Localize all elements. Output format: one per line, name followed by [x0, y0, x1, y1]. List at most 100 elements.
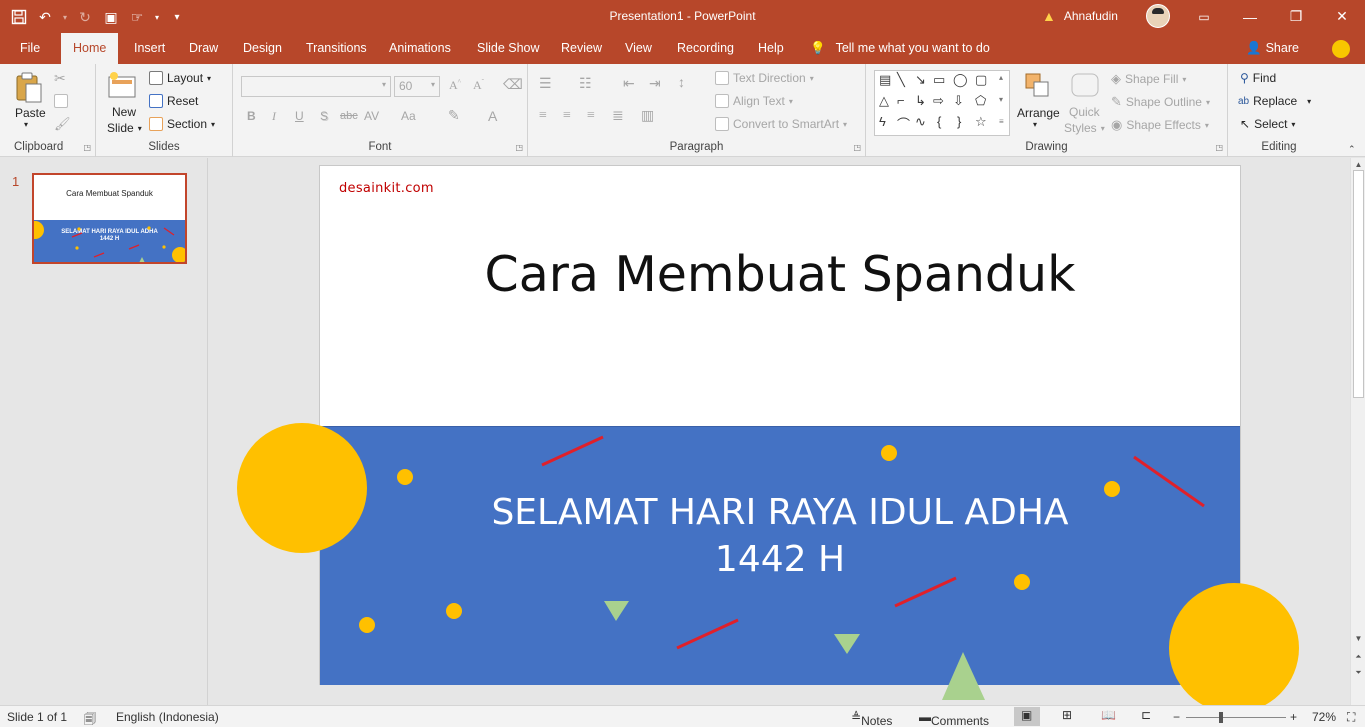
align-text-button[interactable]: Align Text ▾ — [715, 94, 793, 108]
banner-band[interactable]: SELAMAT HARI RAYA IDUL ADHA 1442 H — [320, 426, 1240, 685]
justify-icon[interactable]: ≣ — [612, 108, 624, 125]
replace-button[interactable]: ab Replace ▾ — [1238, 94, 1311, 108]
more-shapes-icon[interactable]: ≡ — [999, 117, 1004, 126]
paste-icon[interactable] — [14, 72, 44, 103]
elbow-arrow-shape-icon[interactable]: ↳ — [915, 93, 926, 109]
slide-thumbnail[interactable]: Cara Membuat Spanduk SELAMAT HARI RAYA I… — [32, 173, 187, 264]
triangle-shape-icon[interactable]: △ — [879, 93, 889, 109]
paste-button[interactable]: Paste — [15, 106, 46, 120]
zoom-level[interactable]: 72% — [1312, 710, 1336, 724]
shape-outline-button[interactable]: ✎ Shape Outline ▾ — [1111, 94, 1210, 110]
line-spacing-icon[interactable]: ↕ — [678, 76, 685, 92]
dialog-launcher-icon[interactable]: ◳ — [853, 143, 861, 152]
arc-shape-icon[interactable]: ⌒ — [897, 114, 910, 133]
scroll-down-icon[interactable]: ▾ — [999, 95, 1003, 104]
tab-review[interactable]: Review — [559, 33, 604, 64]
shapes-gallery[interactable]: ▤ ╲ ↘ ▭ ◯ ▢ △ ⌐ ↳ ⇨ ⇩ ⬠ ϟ ⌒ ∿ { } ☆ ▴ ▾ … — [874, 70, 1010, 136]
chevron-down-icon[interactable]: ▾ — [1033, 120, 1037, 129]
tab-recording[interactable]: Recording — [675, 33, 736, 64]
convert-smartart-button[interactable]: Convert to SmartArt ▾ — [715, 117, 847, 131]
elbow-connector-shape-icon[interactable]: ⌐ — [897, 93, 905, 108]
slide-title[interactable]: Cara Membuat Spanduk — [320, 246, 1240, 303]
scrollbar-thumb[interactable] — [1353, 170, 1364, 398]
dialog-launcher-icon[interactable]: ◳ — [83, 143, 91, 152]
chevron-down-icon[interactable]: ▾ — [24, 120, 28, 129]
star-shape-icon[interactable]: ☆ — [975, 114, 987, 130]
line-shape-icon[interactable]: ╲ — [897, 72, 905, 88]
scroll-down-icon[interactable]: ▼ — [1351, 634, 1365, 643]
language[interactable]: English (Indonesia) — [116, 710, 219, 724]
account[interactable]: ▲ Ahnafudin — [1042, 8, 1118, 24]
previous-slide-icon[interactable]: ⏶ — [1351, 652, 1365, 662]
zoom-slider[interactable] — [1186, 717, 1286, 718]
tell-me-search[interactable]: 💡 Tell me what you want to do — [810, 33, 990, 64]
normal-view-button[interactable]: ▣ — [1014, 707, 1040, 726]
tab-help[interactable]: Help — [756, 33, 786, 64]
tab-design[interactable]: Design — [241, 33, 284, 64]
section-button[interactable]: Section ▾ — [149, 117, 215, 131]
zoom-out-icon[interactable]: − — [1173, 710, 1180, 724]
zoom-in-icon[interactable]: + — [1290, 710, 1297, 724]
scroll-up-icon[interactable]: ▲ — [1351, 160, 1365, 169]
zoom-slider-knob[interactable] — [1219, 712, 1223, 723]
new-slide-button-2[interactable]: Slide ▾ — [107, 121, 142, 135]
tab-file[interactable]: File — [18, 33, 42, 64]
find-button[interactable]: ⚲ Find — [1240, 71, 1276, 85]
accessibility-icon[interactable]: 🗐 — [84, 710, 96, 727]
columns-icon[interactable]: ▥ — [641, 108, 654, 125]
right-brace-shape-icon[interactable]: } — [957, 114, 961, 129]
highlight-icon[interactable]: ✎ — [448, 108, 460, 125]
character-spacing-button[interactable]: AV — [364, 109, 379, 123]
dialog-launcher-icon[interactable]: ◳ — [1215, 143, 1223, 152]
left-brace-shape-icon[interactable]: { — [937, 114, 941, 129]
avatar[interactable] — [1146, 4, 1170, 28]
tab-home[interactable]: Home — [61, 33, 119, 64]
slide[interactable]: desainkit.com Cara Membuat Spanduk SELAM… — [319, 165, 1241, 685]
shrink-font-icon[interactable]: Aˇ — [473, 78, 484, 93]
align-center-icon[interactable]: ≡ — [563, 108, 571, 124]
share-button[interactable]: 👤 Share — [1246, 33, 1299, 64]
tab-draw[interactable]: Draw — [187, 33, 220, 64]
italic-button[interactable]: I — [272, 109, 276, 124]
tab-view[interactable]: View — [623, 33, 654, 64]
strikethrough-button[interactable]: abc — [340, 110, 358, 122]
numbering-icon[interactable]: ☷ — [579, 76, 592, 93]
watermark-text[interactable]: desainkit.com — [339, 181, 434, 196]
comments-button[interactable]: ▬ Comments — [919, 710, 989, 727]
minimize-button[interactable]: — — [1227, 0, 1273, 33]
shape-fill-button[interactable]: ◈ Shape Fill ▾ — [1111, 71, 1186, 87]
slideshow-view-button[interactable]: ⊏ — [1134, 707, 1160, 726]
freeform-shape-icon[interactable]: ⬠ — [975, 93, 986, 109]
text-direction-button[interactable]: Text Direction ▾ — [715, 71, 814, 85]
scroll-up-icon[interactable]: ▴ — [999, 73, 1003, 82]
bullets-icon[interactable]: ☰ — [539, 76, 552, 93]
curve-shape-icon[interactable]: ∿ — [915, 114, 926, 130]
font-name-dropdown[interactable]: ▾ — [241, 76, 391, 97]
notes-button[interactable]: ≜ Notes — [851, 710, 892, 727]
dialog-launcher-icon[interactable]: ◳ — [515, 143, 523, 152]
tab-insert[interactable]: Insert — [132, 33, 167, 64]
scribble-shape-icon[interactable]: ϟ — [879, 114, 886, 129]
shape-effects-button[interactable]: ◉ Shape Effects ▾ — [1111, 117, 1209, 133]
tab-slide-show[interactable]: Slide Show — [475, 33, 542, 64]
slide-editing-canvas[interactable]: desainkit.com Cara Membuat Spanduk SELAM… — [209, 158, 1350, 705]
bold-button[interactable]: B — [247, 109, 256, 123]
reading-view-button[interactable]: 📖 — [1094, 707, 1120, 726]
decrease-indent-icon[interactable]: ⇤ — [623, 76, 635, 93]
quick-styles-icon[interactable] — [1070, 72, 1100, 102]
arrange-button[interactable]: Arrange — [1017, 106, 1060, 120]
font-size-dropdown[interactable]: 60 ▾ — [394, 76, 440, 97]
underline-button[interactable]: U — [295, 109, 304, 123]
new-slide-button[interactable]: New — [112, 105, 136, 119]
right-arrow-shape-icon[interactable]: ⇨ — [933, 93, 944, 109]
cut-icon[interactable]: ✂ — [54, 70, 66, 87]
grow-font-icon[interactable]: A^ — [449, 78, 461, 93]
tab-animations[interactable]: Animations — [387, 33, 453, 64]
close-button[interactable]: ✕ — [1319, 0, 1365, 33]
restore-button[interactable]: ❐ — [1273, 0, 1319, 33]
vertical-scrollbar[interactable]: ▲ ▼ ⏶ ⏷ — [1350, 158, 1365, 705]
feedback-smiley-icon[interactable] — [1332, 40, 1350, 58]
ribbon-display-options-icon[interactable]: ▭ — [1181, 0, 1227, 33]
next-slide-icon[interactable]: ⏷ — [1351, 668, 1365, 678]
rectangle-shape-icon[interactable]: ▭ — [933, 72, 945, 88]
